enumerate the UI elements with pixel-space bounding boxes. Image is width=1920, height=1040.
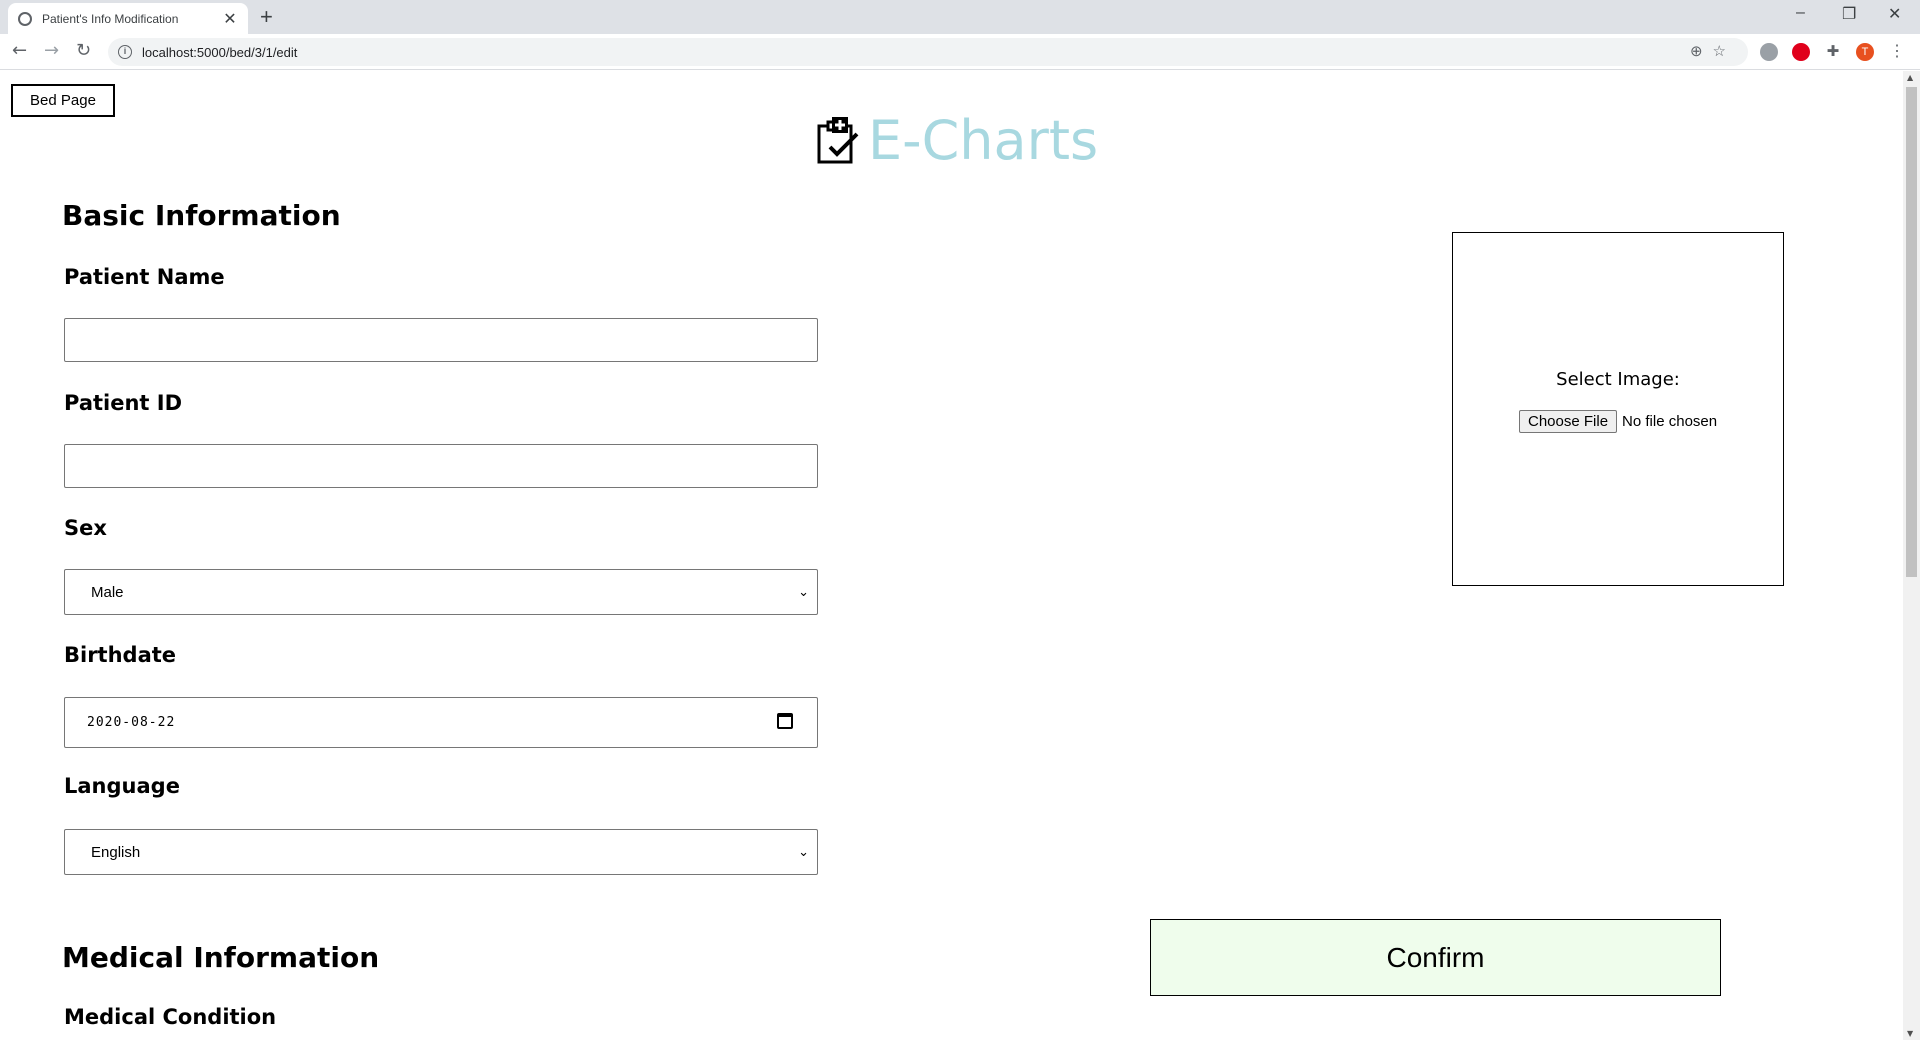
url-text: localhost:5000/bed/3/1/edit — [142, 44, 298, 60]
language-selected-value: English — [91, 843, 141, 861]
birthdate-input[interactable]: 2020-08-22 — [64, 697, 818, 748]
puzzle-extension-icon[interactable]: ✚ — [1824, 43, 1842, 61]
file-status: No file chosen — [1622, 413, 1718, 430]
sex-label: Sex — [64, 516, 107, 540]
close-window-button[interactable]: ✕ — [1888, 4, 1901, 24]
tab-close-icon[interactable]: ✕ — [222, 9, 238, 29]
patient-id-input[interactable] — [64, 444, 818, 488]
reload-icon[interactable]: ↻ — [76, 40, 91, 61]
globe-icon — [18, 11, 32, 26]
page-scrollbar[interactable]: ▲ ▼ — [1903, 71, 1920, 1040]
select-image-label: Select Image: — [1556, 369, 1680, 390]
browser-tab-bar: Patient's Info Modification ✕ + – ❐ ✕ — [0, 0, 1920, 34]
language-select[interactable]: English ⌄ — [64, 829, 818, 875]
opera-extension-icon[interactable] — [1792, 43, 1810, 61]
patient-name-label: Patient Name — [64, 265, 225, 289]
profile-avatar[interactable]: T — [1856, 43, 1874, 61]
medical-info-heading: Medical Information — [62, 941, 380, 974]
back-icon[interactable]: ← — [12, 40, 27, 61]
address-bar[interactable]: i localhost:5000/bed/3/1/edit ⊕☆ — [108, 38, 1748, 66]
chevron-down-icon: ⌄ — [798, 584, 809, 599]
kebab-menu-icon[interactable]: ⋮ — [1888, 43, 1906, 61]
patient-name-input[interactable] — [64, 318, 818, 362]
browser-toolbar: ← → ↻ i localhost:5000/bed/3/1/edit ⊕☆ ✚… — [0, 34, 1920, 70]
image-upload-box: Select Image: Choose File No file chosen — [1452, 232, 1784, 586]
calendar-icon[interactable] — [777, 713, 793, 729]
birthdate-label: Birthdate — [64, 643, 177, 667]
confirm-button[interactable]: Confirm — [1150, 919, 1721, 996]
tab-title: Patient's Info Modification — [42, 11, 179, 26]
page-content: Bed Page E-Charts Basic Information Pati… — [0, 71, 1903, 1040]
minimize-button[interactable]: – — [1796, 4, 1805, 22]
bed-page-button[interactable]: Bed Page — [11, 84, 115, 117]
browser-tab[interactable]: Patient's Info Modification ✕ — [8, 3, 248, 34]
scroll-up-icon[interactable]: ▲ — [1907, 73, 1913, 82]
medical-condition-label: Medical Condition — [64, 1005, 277, 1029]
zoom-star-icons[interactable]: ⊕☆ — [1690, 42, 1736, 60]
patient-id-label: Patient ID — [64, 391, 183, 415]
clipboard-check-icon — [816, 116, 862, 165]
birthdate-value: 2020-08-22 — [87, 715, 176, 730]
new-tab-button[interactable]: + — [260, 4, 273, 30]
shield-extension-icon[interactable] — [1760, 43, 1778, 61]
scrollbar-thumb[interactable] — [1906, 87, 1917, 577]
forward-icon[interactable]: → — [44, 40, 59, 61]
sex-select[interactable]: Male ⌄ — [64, 569, 818, 615]
restore-button[interactable]: ❐ — [1842, 4, 1856, 24]
basic-info-heading: Basic Information — [62, 199, 341, 232]
logo: E-Charts — [816, 109, 1098, 172]
scroll-down-icon[interactable]: ▼ — [1907, 1029, 1913, 1038]
sex-selected-value: Male — [91, 583, 124, 601]
brand-name: E-Charts — [868, 109, 1099, 172]
chevron-down-icon: ⌄ — [798, 844, 809, 859]
choose-file-button[interactable]: Choose File — [1519, 410, 1618, 433]
site-info-icon[interactable]: i — [118, 45, 132, 59]
file-picker: Choose File No file chosen — [1519, 410, 1717, 433]
language-label: Language — [64, 774, 180, 798]
